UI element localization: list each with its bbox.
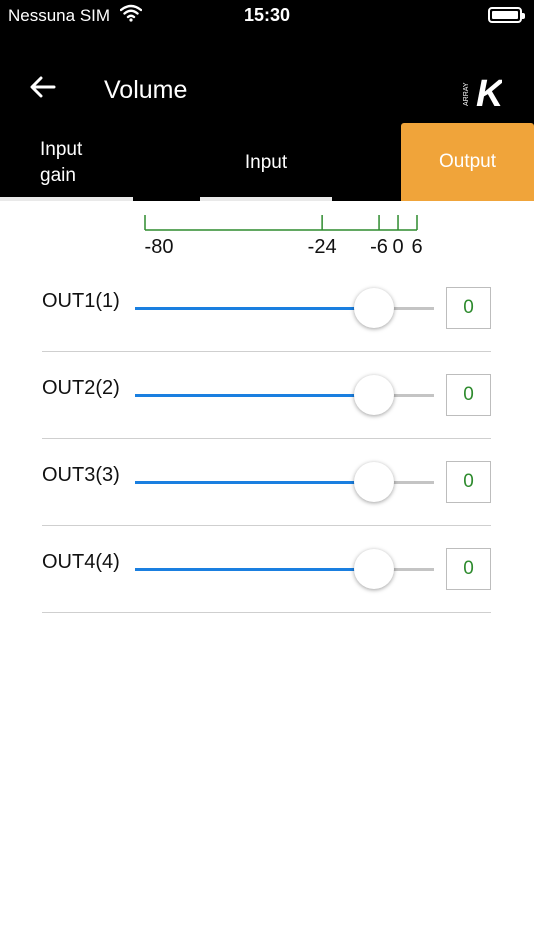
volume-value-field[interactable]: 0 <box>446 548 491 590</box>
slider-fill <box>135 307 374 310</box>
channel-label: OUT1(1) <box>42 290 120 312</box>
channel-row: OUT4(4) 0 <box>42 526 491 613</box>
channel-row: OUT3(3) 0 <box>42 439 491 526</box>
tab-input-gain-line2: gain <box>40 164 76 186</box>
volume-slider[interactable] <box>135 288 434 328</box>
scale-tick-label: 0 <box>392 236 404 258</box>
tab-input[interactable]: Input <box>200 124 332 201</box>
slider-fill <box>135 568 374 571</box>
volume-slider[interactable] <box>135 549 434 589</box>
slider-thumb[interactable] <box>354 375 394 415</box>
status-bar: Nessuna SIM 15:30 <box>0 0 534 32</box>
page-title: Volume <box>104 76 188 104</box>
back-button[interactable] <box>22 72 64 106</box>
volume-slider[interactable] <box>135 375 434 415</box>
scale-tick-label: 6 <box>411 236 423 258</box>
tab-input-gain[interactable]: Input gain <box>40 124 160 201</box>
scale-tick-label: -6 <box>370 236 388 258</box>
tab-output-label: Output <box>438 151 497 172</box>
app-bar: Volume K ARRAY <box>0 32 534 124</box>
channel-row: OUT1(1) 0 <box>42 265 491 352</box>
slider-thumb[interactable] <box>354 462 394 502</box>
arrow-left-icon <box>30 76 56 103</box>
slider-fill <box>135 481 374 484</box>
tab-input-gain-line1: Input <box>40 138 83 160</box>
scale-tick-label: -80 <box>144 236 174 258</box>
slider-thumb[interactable] <box>354 549 394 589</box>
db-scale: -80 -24 -6 0 6 <box>0 210 534 266</box>
tab-input-gain-shadow <box>0 197 133 201</box>
logo-text: ARRAY <box>463 82 470 106</box>
channel-label: OUT3(3) <box>42 464 120 486</box>
scale-tick-label: -24 <box>307 236 337 258</box>
battery-icon <box>488 7 525 23</box>
tab-input-label: Input <box>244 151 288 173</box>
slider-fill <box>135 394 374 397</box>
logo-icon: K ARRAY <box>452 72 506 115</box>
db-scale-ruler <box>144 215 418 231</box>
volume-value-field[interactable]: 0 <box>446 374 491 416</box>
tab-bar: Input gain Input Output <box>0 123 534 201</box>
volume-value-field[interactable]: 0 <box>446 287 491 329</box>
volume-value-field[interactable]: 0 <box>446 461 491 503</box>
slider-thumb[interactable] <box>354 288 394 328</box>
channel-row: OUT2(2) 0 <box>42 352 491 439</box>
logo-letter: K <box>476 73 502 112</box>
tab-output[interactable]: Output <box>401 123 534 201</box>
channel-label: OUT2(2) <box>42 377 120 399</box>
channel-label: OUT4(4) <box>42 551 120 573</box>
volume-slider[interactable] <box>135 462 434 502</box>
tab-input-shadow <box>200 197 332 201</box>
status-time: 15:30 <box>243 5 291 25</box>
